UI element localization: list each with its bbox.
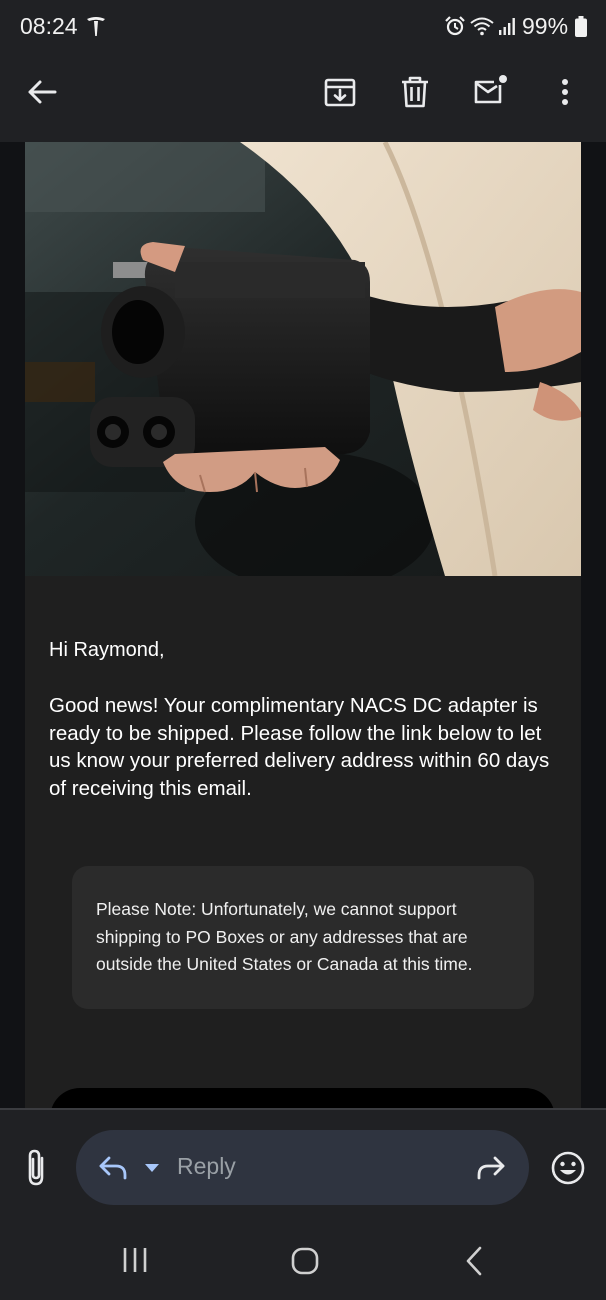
note-box: Please Note: Unfortunately, we cannot su… [72, 866, 534, 1009]
reply-arrow-icon[interactable] [98, 1153, 128, 1181]
alarm-icon [445, 16, 465, 36]
email-body: Hi Raymond, Good news! Your complimentar… [25, 142, 581, 1108]
archive-icon[interactable] [322, 74, 358, 110]
emoji-icon[interactable] [550, 1150, 586, 1186]
status-time: 08:24 [20, 13, 78, 39]
system-nav-bar [0, 1222, 606, 1300]
signal-icon [499, 18, 515, 35]
hero-image [25, 142, 581, 576]
recent-apps-icon[interactable] [120, 1246, 150, 1274]
forward-icon[interactable] [475, 1153, 507, 1181]
back-arrow-icon[interactable] [24, 74, 60, 110]
mark-unread-icon[interactable] [473, 74, 509, 110]
battery-icon [575, 16, 587, 37]
email-greeting: Hi Raymond, [49, 639, 165, 661]
nav-back-icon[interactable] [464, 1246, 484, 1276]
battery-percentage: 99% [522, 13, 569, 39]
note-text: Please Note: Unfortunately, we cannot su… [96, 899, 473, 974]
email-content: Hi Raymond, Good news! Your complimentar… [0, 142, 606, 1108]
email-toolbar [0, 54, 606, 142]
caret-down-icon[interactable] [144, 1162, 160, 1174]
delete-icon[interactable] [397, 74, 433, 110]
reply-input[interactable]: Reply [76, 1130, 529, 1205]
cta-button[interactable] [50, 1088, 555, 1108]
home-icon[interactable] [290, 1246, 320, 1276]
email-message: Good news! Your complimentary NACS DC ad… [49, 694, 550, 800]
reply-placeholder: Reply [177, 1153, 236, 1179]
attach-icon[interactable] [22, 1148, 50, 1188]
wifi-icon [470, 17, 494, 36]
status-bar: 08:24 99% [0, 0, 606, 54]
tesla-icon [87, 17, 105, 36]
more-options-icon[interactable] [547, 74, 583, 110]
